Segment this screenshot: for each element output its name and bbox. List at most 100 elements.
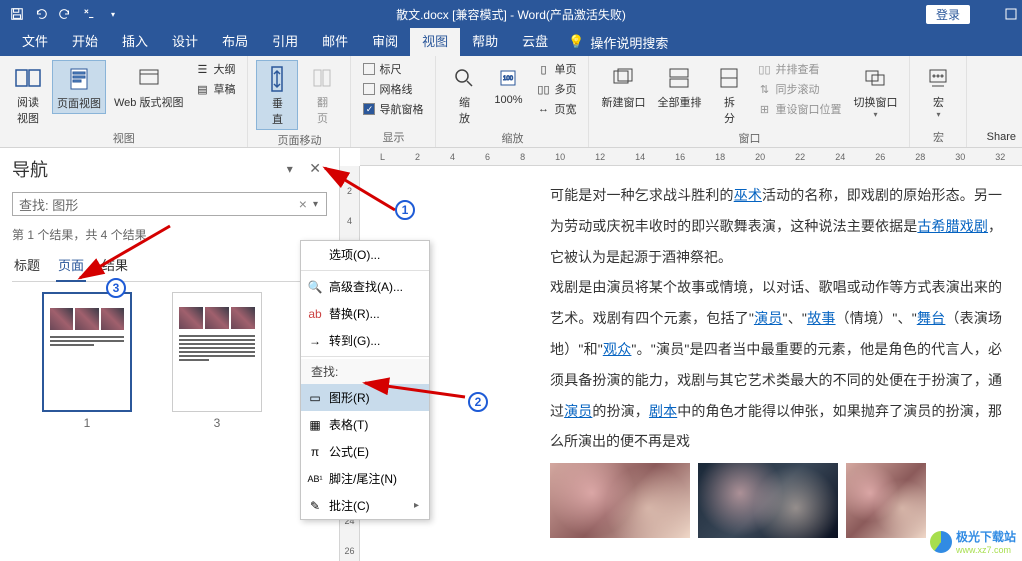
undo-icon[interactable] xyxy=(30,3,52,25)
outline-icon: ☰ xyxy=(195,62,209,76)
link[interactable]: 舞台 xyxy=(917,310,946,326)
ruler-horizontal[interactable]: L2468101214161820222426283032343638 xyxy=(360,148,1022,166)
switch-window-button[interactable]: 切换窗口▾ xyxy=(849,60,901,121)
tab-help[interactable]: 帮助 xyxy=(460,28,510,56)
menu-item-options[interactable]: 选项(O)... xyxy=(301,241,429,268)
ribbon-options-icon[interactable] xyxy=(1000,3,1022,25)
document-image[interactable] xyxy=(846,463,926,538)
side-by-side-button[interactable]: ▯▯并排查看 xyxy=(753,60,845,78)
sync-scroll-button[interactable]: ⇅同步滚动 xyxy=(753,80,845,98)
draft-icon: ▤ xyxy=(195,82,209,96)
document-image[interactable] xyxy=(698,463,838,538)
outline-button[interactable]: ☰大纲 xyxy=(191,60,239,78)
document-image[interactable] xyxy=(550,463,690,538)
ribbon-group-show: 标尺 网格线 ✓导航窗格 显示 xyxy=(351,56,436,147)
navpane-checkbox[interactable]: ✓导航窗格 xyxy=(359,100,427,118)
nav-search-dropdown-icon[interactable]: ▾ xyxy=(311,199,320,210)
page-width-icon: ↔ xyxy=(536,102,550,116)
tab-design[interactable]: 设计 xyxy=(160,28,210,56)
multi-page-icon: ▯▯ xyxy=(536,82,550,96)
nav-tab-pages[interactable]: 页面 xyxy=(56,251,86,282)
gridlines-checkbox[interactable]: 网格线 xyxy=(359,80,427,98)
lightbulb-icon: 💡 xyxy=(568,34,584,50)
ruler-checkbox[interactable]: 标尺 xyxy=(359,60,427,78)
link[interactable]: 古希腊戏剧 xyxy=(917,218,988,234)
nav-result-count: 第 1 个结果，共 4 个结果 xyxy=(12,226,327,243)
link[interactable]: 观众 xyxy=(603,341,632,357)
comment-icon: ✎ xyxy=(307,498,323,514)
link[interactable]: 演员 xyxy=(754,310,783,326)
nav-tab-results[interactable]: 结果 xyxy=(100,251,130,281)
reset-position-button[interactable]: ⊞重设窗口位置 xyxy=(753,100,845,118)
share-button[interactable]: Share xyxy=(981,56,1022,147)
link[interactable]: 故事 xyxy=(807,310,836,326)
nav-search-input[interactable] xyxy=(19,197,295,212)
print-layout-button[interactable]: 页面视图 xyxy=(52,60,106,114)
flip-button[interactable]: 翻 页 xyxy=(302,60,342,128)
table-icon: ▦ xyxy=(307,417,323,433)
menu-bar: 文件 开始 插入 设计 布局 引用 邮件 审阅 视图 帮助 云盘 💡 操作说明搜… xyxy=(0,28,1022,56)
link[interactable]: 巫术 xyxy=(734,187,762,203)
vertical-button[interactable]: 垂 直 xyxy=(256,60,298,130)
watermark: 极光下载站 www.xz7.com xyxy=(930,528,1016,555)
nav-pane-title: 导航 xyxy=(12,156,48,182)
read-mode-button[interactable]: 阅读 视图 xyxy=(8,60,48,128)
navigation-pane: 导航 ▾ ✕ × ▾ 第 1 个结果，共 4 个结果 标题 页面 结果 1 3 xyxy=(0,148,340,561)
split-button[interactable]: 拆 分 xyxy=(709,60,749,128)
link[interactable]: 剧本 xyxy=(649,403,677,419)
tab-review[interactable]: 审阅 xyxy=(360,28,410,56)
touch-mode-icon[interactable] xyxy=(78,3,100,25)
nav-search-box[interactable]: × ▾ xyxy=(12,192,327,216)
menu-item-formula[interactable]: π公式(E) xyxy=(301,438,429,465)
new-window-button[interactable]: 新建窗口 xyxy=(597,60,649,112)
qat-dropdown-icon[interactable]: ▾ xyxy=(102,3,124,25)
link[interactable]: 演员 xyxy=(564,403,592,419)
document-body[interactable]: 可能是对一种乞求战斗胜利的巫术活动的名称，即戏剧的原始形态。另一为劳动或庆祝丰收… xyxy=(370,170,1022,561)
nav-tab-headings[interactable]: 标题 xyxy=(12,251,42,281)
nav-pane-dropdown-icon[interactable]: ▾ xyxy=(281,160,299,178)
arrange-all-button[interactable]: 全部重排 xyxy=(653,60,705,112)
ribbon: 阅读 视图 页面视图 Web 版式视图 ☰大纲 ▤草稿 视图 垂 直 翻 页 页… xyxy=(0,56,1022,148)
page-width-button[interactable]: ↔页宽 xyxy=(532,100,580,118)
tell-me-search[interactable]: 💡 操作说明搜索 xyxy=(568,33,668,52)
login-button[interactable]: 登录 xyxy=(926,5,970,24)
tab-file[interactable]: 文件 xyxy=(10,28,60,56)
one-page-button[interactable]: ▯单页 xyxy=(532,60,580,78)
multi-page-button[interactable]: ▯▯多页 xyxy=(532,80,580,98)
ribbon-group-macro: 宏▾ 宏 xyxy=(910,56,967,147)
zoom-100-button[interactable]: 100100% xyxy=(488,60,528,108)
menu-item-comment[interactable]: ✎批注(C)▸ xyxy=(301,492,429,519)
tab-layout[interactable]: 布局 xyxy=(210,28,260,56)
page-thumbnail[interactable]: 3 xyxy=(172,292,262,430)
page-thumbnail[interactable]: 1 xyxy=(42,292,132,430)
draft-button[interactable]: ▤草稿 xyxy=(191,80,239,98)
zoom-button[interactable]: 缩 放 xyxy=(444,60,484,128)
tab-view[interactable]: 视图 xyxy=(410,28,460,56)
redo-icon[interactable] xyxy=(54,3,76,25)
menu-item-advanced-find[interactable]: 🔍高级查找(A)... xyxy=(301,273,429,300)
tab-home[interactable]: 开始 xyxy=(60,28,110,56)
chevron-right-icon: ▸ xyxy=(414,500,419,511)
web-layout-button[interactable]: Web 版式视图 xyxy=(110,60,187,112)
macro-button[interactable]: 宏▾ xyxy=(918,60,958,121)
formula-icon: π xyxy=(307,444,323,460)
window-title: 散文.docx [兼容模式] - Word(产品激活失败) xyxy=(396,6,626,23)
tab-mailings[interactable]: 邮件 xyxy=(310,28,360,56)
menu-item-goto[interactable]: →转到(G)... xyxy=(301,327,429,354)
tab-references[interactable]: 引用 xyxy=(260,28,310,56)
menu-item-graphic[interactable]: ▭图形(R) xyxy=(301,384,429,411)
quick-access-toolbar: ▾ xyxy=(0,3,124,25)
search-icon: 🔍 xyxy=(307,279,323,295)
graphic-icon: ▭ xyxy=(307,390,323,406)
menu-item-footnote[interactable]: AB¹脚注/尾注(N) xyxy=(301,465,429,492)
one-page-icon: ▯ xyxy=(536,62,550,76)
nav-pane-close-icon[interactable]: ✕ xyxy=(303,158,327,178)
page-thumbnails: 1 3 xyxy=(12,292,327,430)
footnote-icon: AB¹ xyxy=(307,471,323,487)
menu-item-replace[interactable]: ab替换(R)... xyxy=(301,300,429,327)
tab-cloud[interactable]: 云盘 xyxy=(510,28,560,56)
nav-search-clear-icon[interactable]: × xyxy=(295,196,311,212)
menu-item-table[interactable]: ▦表格(T) xyxy=(301,411,429,438)
tab-insert[interactable]: 插入 xyxy=(110,28,160,56)
save-icon[interactable] xyxy=(6,3,28,25)
